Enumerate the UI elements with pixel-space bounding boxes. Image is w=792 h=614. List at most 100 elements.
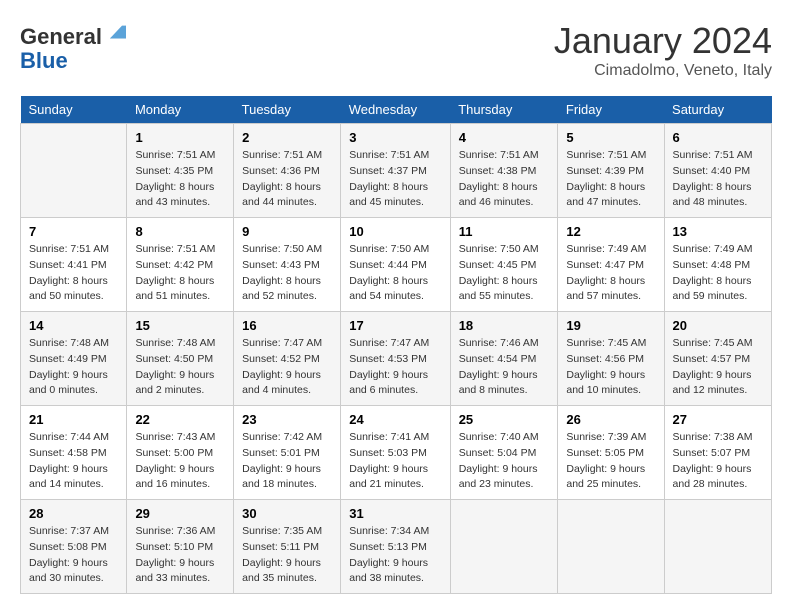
calendar-header: SundayMondayTuesdayWednesdayThursdayFrid… bbox=[21, 96, 772, 124]
calendar-cell: 2Sunrise: 7:51 AMSunset: 4:36 PMDaylight… bbox=[234, 124, 341, 218]
cell-info: Sunrise: 7:38 AMSunset: 5:07 PMDaylight:… bbox=[673, 430, 763, 493]
cell-info: Sunrise: 7:51 AMSunset: 4:37 PMDaylight:… bbox=[349, 148, 441, 211]
calendar-cell: 28Sunrise: 7:37 AMSunset: 5:08 PMDayligh… bbox=[21, 500, 127, 594]
day-number: 9 bbox=[242, 224, 332, 239]
calendar-table: SundayMondayTuesdayWednesdayThursdayFrid… bbox=[20, 96, 772, 594]
cell-info: Sunrise: 7:40 AMSunset: 5:04 PMDaylight:… bbox=[459, 430, 550, 493]
cell-info: Sunrise: 7:44 AMSunset: 4:58 PMDaylight:… bbox=[29, 430, 118, 493]
column-header-wednesday: Wednesday bbox=[341, 96, 450, 124]
calendar-cell: 3 Sunrise: 7:51 AMSunset: 4:37 PMDaylight… bbox=[341, 124, 450, 218]
week-row-3: 14 Sunrise: 7:48 AMSunset: 4:49 PMDayligh… bbox=[21, 312, 772, 406]
day-number: 14 bbox=[29, 318, 118, 333]
calendar-cell: 13Sunrise: 7:49 AMSunset: 4:48 PMDayligh… bbox=[664, 218, 771, 312]
day-number: 25 bbox=[459, 412, 550, 427]
cell-info: Sunrise: 7:50 AMSunset: 4:45 PMDaylight:… bbox=[459, 242, 550, 305]
calendar-cell: 17 Sunrise: 7:47 AMSunset: 4:53 PMDayligh… bbox=[341, 312, 450, 406]
day-number: 26 bbox=[566, 412, 655, 427]
week-row-4: 21 Sunrise: 7:44 AMSunset: 4:58 PMDayligh… bbox=[21, 406, 772, 500]
calendar-cell: 1 Sunrise: 7:51 AMSunset: 4:35 PMDaylight… bbox=[127, 124, 234, 218]
day-number: 3 bbox=[349, 130, 441, 145]
cell-info: Sunrise: 7:51 AMSunset: 4:42 PMDaylight:… bbox=[135, 242, 225, 305]
calendar-cell: 20 Sunrise: 7:45 AMSunset: 4:57 PMDayligh… bbox=[664, 312, 771, 406]
calendar-cell: 21 Sunrise: 7:44 AMSunset: 4:58 PMDayligh… bbox=[21, 406, 127, 500]
cell-info: Sunrise: 7:45 AMSunset: 4:57 PMDaylight:… bbox=[673, 336, 763, 399]
cell-info: Sunrise: 7:43 AMSunset: 5:00 PMDaylight:… bbox=[135, 430, 225, 493]
cell-info: Sunrise: 7:51 AMSunset: 4:40 PMDaylight:… bbox=[673, 148, 763, 211]
cell-info: Sunrise: 7:51 AMSunset: 4:35 PMDaylight:… bbox=[135, 148, 225, 211]
day-number: 29 bbox=[135, 506, 225, 521]
cell-info: Sunrise: 7:50 AMSunset: 4:43 PMDaylight:… bbox=[242, 242, 332, 305]
cell-info: Sunrise: 7:39 AMSunset: 5:05 PMDaylight:… bbox=[566, 430, 655, 493]
day-number: 21 bbox=[29, 412, 118, 427]
cell-info: Sunrise: 7:42 AMSunset: 5:01 PMDaylight:… bbox=[242, 430, 332, 493]
calendar-cell: 30Sunrise: 7:35 AMSunset: 5:11 PMDayligh… bbox=[234, 500, 341, 594]
calendar-cell: 24 Sunrise: 7:41 AMSunset: 5:03 PMDayligh… bbox=[341, 406, 450, 500]
day-number: 19 bbox=[566, 318, 655, 333]
column-header-sunday: Sunday bbox=[21, 96, 127, 124]
day-number: 17 bbox=[349, 318, 441, 333]
cell-info: Sunrise: 7:51 AMSunset: 4:39 PMDaylight:… bbox=[566, 148, 655, 211]
day-number: 11 bbox=[459, 224, 550, 239]
day-number: 10 bbox=[349, 224, 441, 239]
calendar-cell: 6 Sunrise: 7:51 AMSunset: 4:40 PMDaylight… bbox=[664, 124, 771, 218]
calendar-cell: 25 Sunrise: 7:40 AMSunset: 5:04 PMDayligh… bbox=[450, 406, 558, 500]
day-number: 24 bbox=[349, 412, 441, 427]
cell-info: Sunrise: 7:46 AMSunset: 4:54 PMDaylight:… bbox=[459, 336, 550, 399]
day-number: 13 bbox=[673, 224, 763, 239]
cell-info: Sunrise: 7:51 AMSunset: 4:38 PMDaylight:… bbox=[459, 148, 550, 211]
day-number: 7 bbox=[29, 224, 118, 239]
cell-info: Sunrise: 7:41 AMSunset: 5:03 PMDaylight:… bbox=[349, 430, 441, 493]
calendar-cell: 29 Sunrise: 7:36 AMSunset: 5:10 PMDayligh… bbox=[127, 500, 234, 594]
day-number: 27 bbox=[673, 412, 763, 427]
column-header-monday: Monday bbox=[127, 96, 234, 124]
day-number: 23 bbox=[242, 412, 332, 427]
page-header: General Blue January 2024 Cimadolmo, Ven… bbox=[20, 20, 772, 80]
calendar-cell: 4Sunrise: 7:51 AMSunset: 4:38 PMDaylight… bbox=[450, 124, 558, 218]
calendar-cell: 12 Sunrise: 7:49 AMSunset: 4:47 PMDayligh… bbox=[558, 218, 664, 312]
logo: General Blue bbox=[20, 20, 130, 73]
column-header-tuesday: Tuesday bbox=[234, 96, 341, 124]
calendar-cell: 11 Sunrise: 7:50 AMSunset: 4:45 PMDayligh… bbox=[450, 218, 558, 312]
day-number: 1 bbox=[135, 130, 225, 145]
cell-info: Sunrise: 7:48 AMSunset: 4:49 PMDaylight:… bbox=[29, 336, 118, 399]
day-number: 2 bbox=[242, 130, 332, 145]
logo-general: General bbox=[20, 24, 102, 49]
logo-text: General Blue bbox=[20, 20, 130, 73]
calendar-cell: 14 Sunrise: 7:48 AMSunset: 4:49 PMDayligh… bbox=[21, 312, 127, 406]
day-number: 5 bbox=[566, 130, 655, 145]
day-number: 20 bbox=[673, 318, 763, 333]
day-number: 8 bbox=[135, 224, 225, 239]
calendar-cell: 16 Sunrise: 7:47 AMSunset: 4:52 PMDayligh… bbox=[234, 312, 341, 406]
cell-info: Sunrise: 7:51 AMSunset: 4:41 PMDaylight:… bbox=[29, 242, 118, 305]
column-header-saturday: Saturday bbox=[664, 96, 771, 124]
day-number: 15 bbox=[135, 318, 225, 333]
cell-info: Sunrise: 7:34 AMSunset: 5:13 PMDaylight:… bbox=[349, 524, 441, 587]
calendar-cell: 10 Sunrise: 7:50 AMSunset: 4:44 PMDayligh… bbox=[341, 218, 450, 312]
calendar-cell bbox=[664, 500, 771, 594]
week-row-2: 7 Sunrise: 7:51 AMSunset: 4:41 PMDaylight… bbox=[21, 218, 772, 312]
calendar-cell: 19 Sunrise: 7:45 AMSunset: 4:56 PMDayligh… bbox=[558, 312, 664, 406]
calendar-cell: 5 Sunrise: 7:51 AMSunset: 4:39 PMDaylight… bbox=[558, 124, 664, 218]
location: Cimadolmo, Veneto, Italy bbox=[554, 62, 772, 80]
day-number: 18 bbox=[459, 318, 550, 333]
day-number: 16 bbox=[242, 318, 332, 333]
cell-info: Sunrise: 7:48 AMSunset: 4:50 PMDaylight:… bbox=[135, 336, 225, 399]
cell-info: Sunrise: 7:50 AMSunset: 4:44 PMDaylight:… bbox=[349, 242, 441, 305]
day-number: 28 bbox=[29, 506, 118, 521]
day-number: 12 bbox=[566, 224, 655, 239]
column-header-thursday: Thursday bbox=[450, 96, 558, 124]
cell-info: Sunrise: 7:47 AMSunset: 4:52 PMDaylight:… bbox=[242, 336, 332, 399]
cell-info: Sunrise: 7:36 AMSunset: 5:10 PMDaylight:… bbox=[135, 524, 225, 587]
calendar-cell: 22Sunrise: 7:43 AMSunset: 5:00 PMDayligh… bbox=[127, 406, 234, 500]
cell-info: Sunrise: 7:47 AMSunset: 4:53 PMDaylight:… bbox=[349, 336, 441, 399]
cell-info: Sunrise: 7:45 AMSunset: 4:56 PMDaylight:… bbox=[566, 336, 655, 399]
title-block: January 2024 Cimadolmo, Veneto, Italy bbox=[554, 20, 772, 80]
calendar-cell: 15 Sunrise: 7:48 AMSunset: 4:50 PMDayligh… bbox=[127, 312, 234, 406]
logo-icon bbox=[106, 20, 130, 44]
cell-info: Sunrise: 7:35 AMSunset: 5:11 PMDaylight:… bbox=[242, 524, 332, 587]
day-number: 31 bbox=[349, 506, 441, 521]
day-number: 6 bbox=[673, 130, 763, 145]
calendar-cell: 27 Sunrise: 7:38 AMSunset: 5:07 PMDayligh… bbox=[664, 406, 771, 500]
cell-info: Sunrise: 7:49 AMSunset: 4:47 PMDaylight:… bbox=[566, 242, 655, 305]
calendar-cell: 31 Sunrise: 7:34 AMSunset: 5:13 PMDayligh… bbox=[341, 500, 450, 594]
